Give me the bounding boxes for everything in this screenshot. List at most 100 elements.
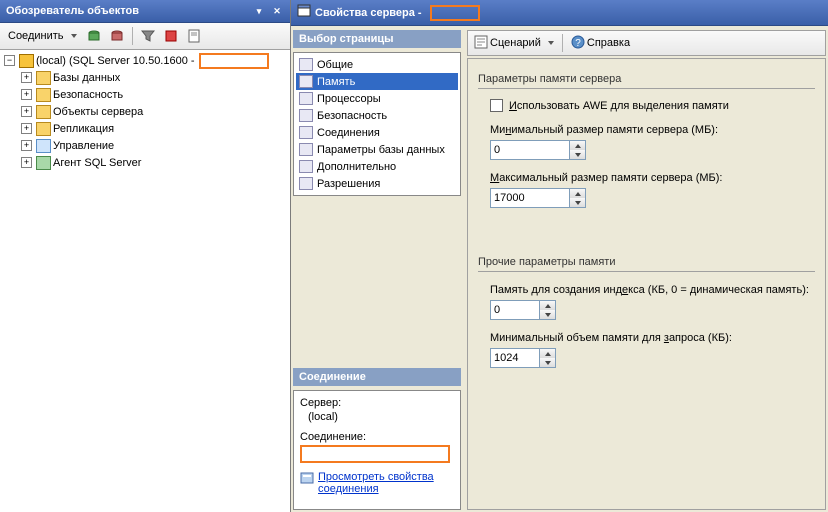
page-item-permissions[interactable]: Разрешения [296,175,458,192]
min-memory-label: Минимальный размер памяти сервера (МБ): [490,124,815,136]
index-memory-input[interactable] [490,300,540,320]
connect-dropdown[interactable]: Соединить [4,29,81,43]
max-memory-stepper[interactable] [490,188,815,208]
page-icon [299,126,313,139]
min-memory-input[interactable] [490,140,570,160]
script-icon [474,35,488,52]
page-item-connections[interactable]: Соединения [296,124,458,141]
server-icon [19,54,34,68]
query-memory-stepper[interactable] [490,348,815,368]
tree-root-node[interactable]: − (local) (SQL Server 10.50.1600 - [4,52,288,69]
chevron-down-icon [548,41,554,45]
connection-info-box: Сервер: (local) Соединение: Просмотреть … [293,390,461,510]
page-icon [299,143,313,156]
expand-icon[interactable]: + [21,106,32,117]
script-dropdown[interactable]: Сценарий [474,35,554,52]
page-item-security[interactable]: Безопасность [296,107,458,124]
spin-up-button[interactable] [540,349,555,358]
expand-icon[interactable]: + [21,140,32,151]
index-memory-stepper[interactable] [490,300,815,320]
conn-server-value: (local) [300,411,454,423]
management-icon [36,139,51,153]
connection-header: Соединение [293,368,461,386]
window-icon [297,4,311,21]
page-item-advanced[interactable]: Дополнительно [296,158,458,175]
group-server-memory: Параметры памяти сервера [478,73,815,89]
spin-up-button[interactable] [570,141,585,150]
help-button[interactable]: ? Справка [571,35,630,52]
dialog-content-pane: Сценарий ? Справка Параметры памяти серв… [467,30,826,510]
awe-checkbox[interactable] [490,99,503,112]
object-explorer-title-bar: Обозреватель объектов ▾ ✕ [0,0,290,23]
report-icon[interactable] [184,26,204,46]
view-connection-props-link[interactable]: Просмотреть свойства соединения [318,471,454,495]
close-icon[interactable]: ✕ [270,4,284,18]
redacted-connection-value [300,445,450,463]
object-explorer-toolbar: Соединить [0,23,290,50]
conn-server-label: Сервер: [300,397,454,409]
expand-icon[interactable]: + [21,123,32,134]
awe-checkbox-row[interactable]: ИИспользовать AWE для выделения памятисп… [490,99,815,112]
collapse-icon[interactable]: − [4,55,15,66]
spin-down-button[interactable] [540,310,555,319]
spin-down-button[interactable] [570,150,585,159]
awe-label: ИИспользовать AWE для выделения памятисп… [509,100,729,112]
query-memory-label: Минимальный объем памяти для запроса (КБ… [490,332,815,344]
page-icon [299,160,313,173]
tree-node-databases[interactable]: +Базы данных [21,69,288,86]
page-selector-header: Выбор страницы [293,30,461,48]
tree-node-replication[interactable]: +Репликация [21,120,288,137]
folder-icon [36,105,51,119]
spin-down-button[interactable] [540,358,555,367]
chevron-down-icon [71,34,77,38]
filter-icon[interactable] [138,26,158,46]
dialog-title: Свойства сервера - [315,7,422,19]
conn-connection-label: Соединение: [300,431,454,443]
expand-icon[interactable]: + [21,157,32,168]
object-explorer-panel: Обозреватель объектов ▾ ✕ Соединить − (l… [0,0,291,512]
group-other-memory: Прочие параметры памяти [478,256,815,272]
min-memory-stepper[interactable] [490,140,815,160]
tree-node-security[interactable]: +Безопасность [21,86,288,103]
object-explorer-tree[interactable]: − (local) (SQL Server 10.50.1600 - +Базы… [0,50,290,512]
spin-down-button[interactable] [570,198,585,207]
folder-icon [36,71,51,85]
query-memory-input[interactable] [490,348,540,368]
connection-props-icon [300,471,314,488]
expand-icon[interactable]: + [21,72,32,83]
server-properties-dialog: Свойства сервера - Выбор страницы Общие … [291,0,828,512]
tree-root-label: (local) (SQL Server 10.50.1600 - [36,55,195,67]
redacted-server-name [199,53,269,69]
folder-icon [36,122,51,136]
page-item-memory[interactable]: Память [296,73,458,90]
page-item-db-settings[interactable]: Параметры базы данных [296,141,458,158]
stop-icon[interactable] [161,26,181,46]
db-disconnect-icon[interactable] [107,26,127,46]
sql-agent-icon [36,156,51,170]
tree-node-sql-agent[interactable]: +Агент SQL Server [21,154,288,171]
index-memory-label: Память для создания индекса (КБ, 0 = дин… [490,284,815,296]
memory-settings-content: Параметры памяти сервера ИИспользовать A… [467,58,826,510]
page-icon [299,109,313,122]
page-list: Общие Память Процессоры Безопасность Сое… [293,52,461,196]
redacted-dialog-server-name [430,5,480,21]
page-icon [299,75,313,88]
folder-icon [36,88,51,102]
object-explorer-title: Обозреватель объектов [6,5,139,17]
max-memory-input[interactable] [490,188,570,208]
tree-node-server-objects[interactable]: +Объекты сервера [21,103,288,120]
page-selector-column: Выбор страницы Общие Память Процессоры Б… [293,30,461,510]
tree-node-management[interactable]: +Управление [21,137,288,154]
spin-up-button[interactable] [570,189,585,198]
help-icon: ? [571,35,585,52]
dialog-title-bar: Свойства сервера - [291,0,828,26]
expand-icon[interactable]: + [21,89,32,100]
dialog-toolbar: Сценарий ? Справка [467,30,826,56]
page-icon [299,58,313,71]
page-item-processors[interactable]: Процессоры [296,90,458,107]
page-item-general[interactable]: Общие [296,56,458,73]
page-icon [299,92,313,105]
db-connect-icon[interactable] [84,26,104,46]
spin-up-button[interactable] [540,301,555,310]
dropdown-icon[interactable]: ▾ [252,4,266,18]
